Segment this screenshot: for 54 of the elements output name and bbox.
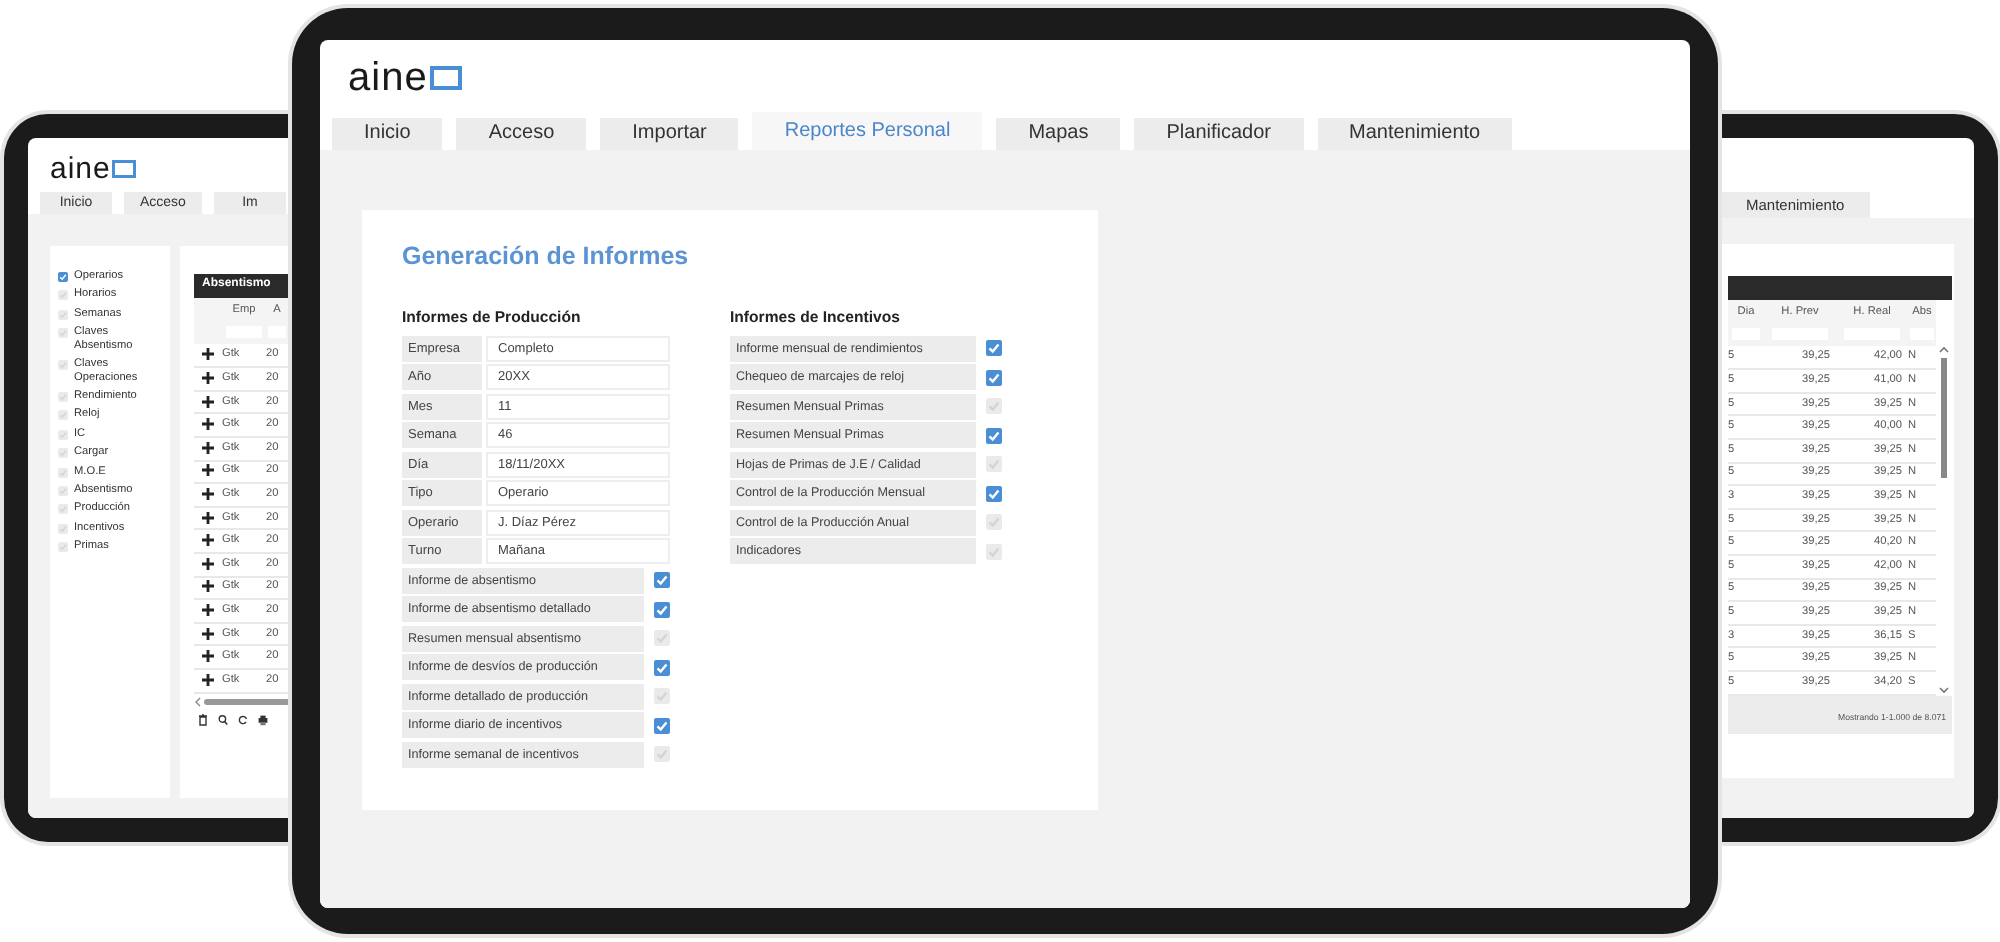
checkbox[interactable] — [58, 504, 68, 515]
plus-icon[interactable] — [202, 441, 214, 454]
plus-icon[interactable] — [202, 418, 214, 431]
checkbox[interactable] — [986, 398, 1002, 414]
search-icon[interactable] — [218, 714, 228, 727]
tab[interactable]: Acceso — [456, 118, 587, 150]
plus-icon[interactable] — [202, 511, 214, 524]
checkbox[interactable] — [58, 467, 68, 478]
filter-field[interactable] — [268, 326, 286, 339]
tab[interactable]: Mantenimiento — [1317, 118, 1513, 150]
checkbox[interactable] — [58, 391, 68, 402]
tab[interactable]: Inicio — [332, 118, 443, 150]
plus-icon[interactable] — [202, 627, 214, 640]
logo-icon — [112, 159, 137, 177]
tab[interactable]: Reportes Personal — [752, 112, 983, 150]
plus-icon[interactable] — [202, 580, 214, 593]
plus-icon[interactable] — [202, 650, 214, 663]
panel-title: Generación de Informes — [402, 242, 691, 270]
checkbox[interactable] — [58, 523, 68, 534]
plus-icon[interactable] — [202, 464, 214, 477]
checkbox[interactable] — [654, 630, 670, 646]
print-icon[interactable] — [258, 714, 268, 727]
tab[interactable]: Planificador — [1134, 118, 1303, 150]
logo-text: aine — [50, 153, 111, 183]
checkbox[interactable] — [58, 290, 68, 301]
checkbox[interactable] — [58, 410, 68, 421]
scrollbar[interactable] — [1936, 344, 1952, 696]
checkbox[interactable] — [58, 448, 68, 459]
checkbox[interactable] — [986, 456, 1002, 472]
plus-icon[interactable] — [202, 348, 214, 361]
scrollbar[interactable] — [194, 696, 290, 709]
plus-icon[interactable] — [202, 488, 214, 501]
plus-icon[interactable] — [202, 673, 214, 686]
checkbox[interactable] — [654, 688, 670, 704]
logo-text: aine — [348, 58, 428, 98]
plus-icon[interactable] — [202, 604, 214, 617]
checkbox[interactable] — [58, 328, 68, 339]
checkbox[interactable] — [58, 486, 68, 497]
refresh-icon[interactable] — [238, 714, 248, 727]
checkbox[interactable] — [58, 360, 68, 371]
plus-icon[interactable] — [202, 372, 214, 385]
trash-icon[interactable] — [198, 714, 208, 727]
checkbox[interactable] — [58, 309, 68, 320]
checkbox[interactable] — [58, 542, 68, 553]
checkbox[interactable] — [58, 429, 68, 440]
tab[interactable]: Importar — [600, 118, 739, 150]
checkbox[interactable] — [986, 543, 1002, 559]
plus-icon[interactable] — [202, 557, 214, 570]
plus-icon[interactable] — [202, 395, 214, 408]
plus-icon[interactable] — [202, 534, 214, 547]
checkbox[interactable] — [654, 746, 670, 762]
checkbox[interactable] — [986, 514, 1002, 530]
logo-icon — [429, 66, 462, 90]
tab[interactable]: Mapas — [996, 118, 1121, 150]
